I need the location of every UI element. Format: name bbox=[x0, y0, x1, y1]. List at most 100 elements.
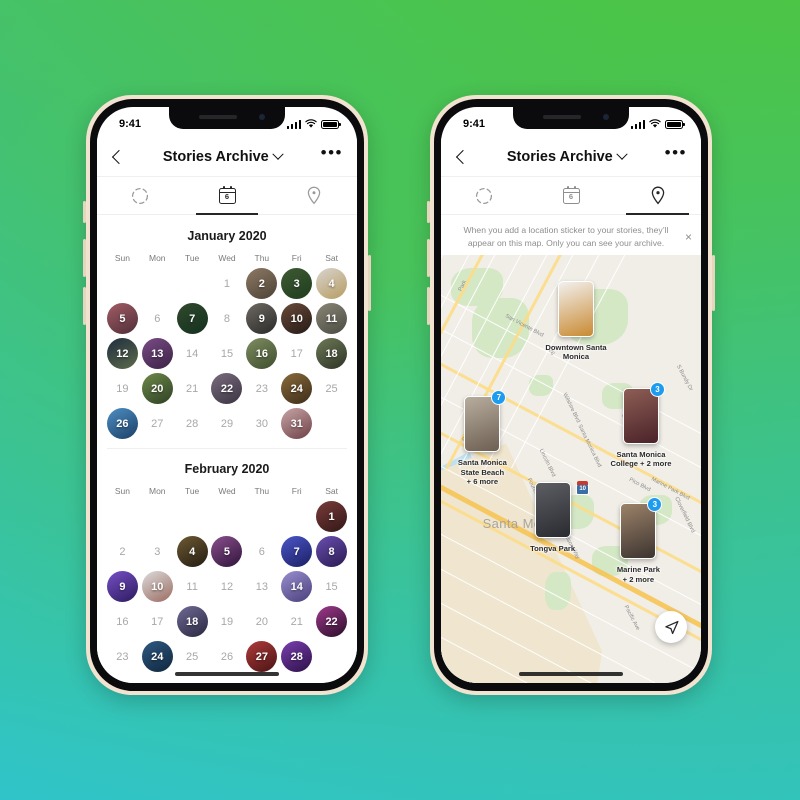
chevron-down-icon[interactable] bbox=[272, 148, 284, 160]
tab-stories[interactable] bbox=[441, 177, 528, 214]
home-indicator[interactable] bbox=[175, 672, 279, 676]
calendar-day-with-story[interactable]: 8 bbox=[314, 535, 349, 568]
tab-bar: 6 bbox=[441, 177, 701, 215]
calendar-day-with-story[interactable]: 14 bbox=[279, 570, 314, 603]
calendar-day-with-story[interactable]: 5 bbox=[105, 302, 140, 335]
calendar-day-with-story[interactable]: 27 bbox=[244, 640, 279, 673]
page-title-group[interactable]: Stories Archive bbox=[507, 148, 628, 165]
map-pin-marine-park[interactable]: 3 Marine Park + 2 more bbox=[617, 497, 663, 584]
day-of-week-header: Sun Mon Tue Wed Thu Fri Sat bbox=[97, 486, 357, 500]
back-chevron-icon[interactable] bbox=[111, 149, 127, 164]
more-options-icon[interactable]: ••• bbox=[321, 144, 343, 164]
nav-bar: Stories Archive ••• bbox=[441, 137, 701, 177]
map-pin-downtown-santa-monica[interactable]: Downtown Santa Monica bbox=[545, 280, 607, 361]
map-pin-santa-monica-college[interactable]: 3 Santa Monica College + 2 more bbox=[611, 381, 671, 468]
calendar-day-with-story[interactable]: 18 bbox=[175, 605, 210, 638]
calendar-day: 20 bbox=[244, 605, 279, 638]
volume-down-button[interactable] bbox=[83, 287, 86, 325]
close-icon[interactable]: × bbox=[685, 228, 692, 246]
calendar-cell-empty bbox=[140, 500, 175, 533]
power-button[interactable] bbox=[368, 255, 371, 311]
chevron-down-icon[interactable] bbox=[616, 148, 628, 160]
calendar-day-with-story[interactable]: 31 bbox=[279, 407, 314, 440]
volume-down-button[interactable] bbox=[427, 287, 430, 325]
calendar-day-with-story[interactable]: 13 bbox=[140, 337, 175, 370]
story-thumbnail[interactable] bbox=[620, 503, 657, 560]
back-chevron-icon[interactable] bbox=[455, 149, 471, 164]
tab-calendar[interactable]: 6 bbox=[184, 177, 271, 215]
calendar-day-with-story[interactable]: 10 bbox=[279, 302, 314, 335]
calendar-day-number: 6 bbox=[154, 312, 161, 325]
calendar-day-number: 26 bbox=[220, 650, 234, 663]
calendar-day-with-story[interactable]: 10 bbox=[140, 570, 175, 603]
calendar-day-with-story[interactable]: 7 bbox=[175, 302, 210, 335]
more-options-icon[interactable]: ••• bbox=[665, 144, 687, 164]
calendar-day-with-story[interactable]: 1 bbox=[314, 500, 349, 533]
tab-map[interactable] bbox=[614, 177, 701, 215]
stories-map[interactable]: Park San Vicente Blvd 26 Wilshire Blvd S… bbox=[441, 255, 701, 683]
tab-map[interactable] bbox=[270, 177, 357, 214]
calendar-day-with-story[interactable]: 7 bbox=[279, 535, 314, 568]
calendar-day-with-story[interactable]: 22 bbox=[210, 372, 245, 405]
map-pin-santa-monica-state-beach[interactable]: 7 Santa Monica State Beach + 6 more bbox=[458, 390, 507, 486]
calendar-day: 6 bbox=[140, 302, 175, 335]
calendar-day-number: 26 bbox=[116, 417, 129, 430]
calendar-day-number: 23 bbox=[116, 650, 129, 663]
street-label: Wilshire Blvd bbox=[561, 391, 582, 424]
story-thumbnail[interactable] bbox=[558, 280, 594, 337]
volume-up-button[interactable] bbox=[427, 239, 430, 277]
info-banner-text: When you add a location sticker to your … bbox=[463, 225, 669, 248]
calendar-day-with-story[interactable]: 20 bbox=[140, 372, 175, 405]
calendar-day-number: 13 bbox=[255, 580, 268, 593]
calendar-icon-day: 6 bbox=[568, 192, 574, 201]
calendar-day-with-story[interactable]: 5 bbox=[210, 535, 245, 568]
calendar-day-with-story[interactable]: 9 bbox=[244, 302, 279, 335]
tab-calendar[interactable]: 6 bbox=[528, 177, 615, 214]
status-time: 9:41 bbox=[463, 118, 486, 130]
calendar-day-number: 4 bbox=[189, 545, 196, 558]
calendar-day-with-story[interactable]: 4 bbox=[175, 535, 210, 568]
silent-switch[interactable] bbox=[427, 201, 430, 223]
dow-sun: Sun bbox=[114, 253, 130, 263]
calendar-scroll-area[interactable]: January 2020 Sun Mon Tue Wed Thu Fri Sat… bbox=[97, 216, 357, 683]
calendar-cell-empty bbox=[105, 267, 140, 300]
calendar-cell-empty bbox=[140, 267, 175, 300]
calendar-day-number: 11 bbox=[325, 312, 338, 325]
dow-mon: Mon bbox=[149, 253, 166, 263]
locate-me-button[interactable] bbox=[655, 611, 687, 643]
calendar-day-with-story[interactable]: 4 bbox=[314, 267, 349, 300]
story-thumbnail[interactable] bbox=[534, 481, 571, 538]
calendar-day-with-story[interactable]: 26 bbox=[105, 407, 140, 440]
calendar-day-with-story[interactable]: 2 bbox=[244, 267, 279, 300]
volume-up-button[interactable] bbox=[83, 239, 86, 277]
calendar-day-with-story[interactable]: 28 bbox=[279, 640, 314, 673]
story-thumbnail[interactable] bbox=[464, 396, 501, 453]
page-title-group[interactable]: Stories Archive bbox=[163, 148, 284, 165]
calendar-day-number: 21 bbox=[186, 382, 199, 395]
map-pin-tongva-park[interactable]: Tongva Park bbox=[530, 481, 575, 553]
calendar-icon: 6 bbox=[562, 185, 580, 204]
calendar-day-with-story[interactable]: 12 bbox=[105, 337, 140, 370]
calendar-day-with-story[interactable]: 3 bbox=[279, 267, 314, 300]
calendar-cell-empty bbox=[175, 500, 210, 533]
calendar-day-with-story[interactable]: 24 bbox=[279, 372, 314, 405]
calendar-day-number: 18 bbox=[325, 347, 338, 360]
calendar-day-number: 5 bbox=[119, 312, 126, 325]
calendar-day: 27 bbox=[140, 407, 175, 440]
calendar-day-with-story[interactable]: 16 bbox=[244, 337, 279, 370]
calendar-day-with-story[interactable]: 9 bbox=[105, 570, 140, 603]
day-of-week-header: Sun Mon Tue Wed Thu Fri Sat bbox=[97, 253, 357, 267]
silent-switch[interactable] bbox=[83, 201, 86, 223]
power-button[interactable] bbox=[712, 255, 715, 311]
dow-fri: Fri bbox=[291, 486, 302, 496]
calendar-day-number: 21 bbox=[290, 615, 303, 628]
dow-mon: Mon bbox=[149, 486, 166, 496]
calendar-day: 2 bbox=[105, 535, 140, 568]
calendar-day-with-story[interactable]: 11 bbox=[314, 302, 349, 335]
calendar-day-with-story[interactable]: 22 bbox=[314, 605, 349, 638]
dashed-circle-icon bbox=[476, 187, 493, 204]
calendar-day-with-story[interactable]: 18 bbox=[314, 337, 349, 370]
calendar-day-with-story[interactable]: 24 bbox=[140, 640, 175, 673]
home-indicator[interactable] bbox=[519, 672, 623, 676]
tab-stories[interactable] bbox=[97, 177, 184, 214]
